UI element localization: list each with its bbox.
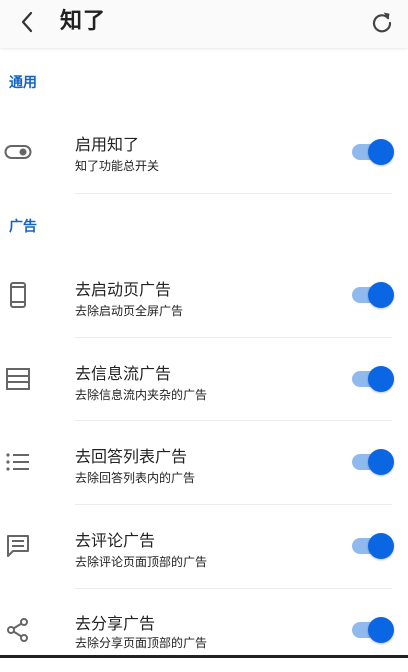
share-icon (4, 616, 32, 644)
setting-label: 去回答列表广告 (75, 443, 187, 467)
setting-label: 去分享广告 (75, 610, 155, 634)
comment-ad-toggle[interactable] (352, 532, 392, 560)
setting-sublabel: 知了功能总开关 (75, 157, 159, 174)
toggle-thumb (368, 366, 394, 392)
enable-toggle[interactable] (352, 138, 392, 166)
feed-icon (4, 365, 32, 393)
phone-icon (4, 281, 32, 309)
divider (75, 193, 392, 194)
setting-row-feed-ad[interactable]: 去信息流广告 去除信息流内夹杂的广告 (0, 337, 408, 421)
setting-row-launch-ad[interactable]: 去启动页广告 去除启动页全屏广告 (0, 253, 408, 337)
chevron-left-icon (18, 10, 38, 34)
page-title: 知了 (60, 3, 106, 35)
setting-label: 启用知了 (75, 131, 139, 155)
back-button[interactable] (8, 4, 48, 40)
setting-sublabel: 去除分享页面顶部的广告 (75, 634, 207, 651)
refresh-icon (370, 10, 394, 34)
share-ad-toggle[interactable] (352, 616, 392, 644)
answer-ad-toggle[interactable] (352, 448, 392, 476)
setting-row-answer-ad[interactable]: 去回答列表广告 去除回答列表内的广告 (0, 420, 408, 504)
toggle-thumb (368, 617, 394, 643)
toggle-thumb (368, 139, 394, 165)
setting-sublabel: 去除信息流内夹杂的广告 (75, 386, 207, 403)
list-icon (4, 448, 32, 476)
toggle-icon (4, 138, 32, 166)
feed-ad-toggle[interactable] (352, 365, 392, 393)
setting-sublabel: 去除回答列表内的广告 (75, 469, 195, 486)
toggle-thumb (368, 282, 394, 308)
setting-sublabel: 去除评论页面顶部的广告 (75, 553, 207, 570)
setting-row-enable[interactable]: 启用知了 知了功能总开关 (0, 110, 408, 194)
setting-label: 去信息流广告 (75, 360, 171, 384)
section-header-ads: 广告 (9, 216, 37, 236)
toggle-thumb (368, 533, 394, 559)
comment-icon (4, 532, 32, 560)
setting-label: 去启动页广告 (75, 276, 171, 300)
setting-row-share-ad[interactable]: 去分享广告 去除分享页面顶部的广告 (0, 588, 408, 672)
launch-ad-toggle[interactable] (352, 281, 392, 309)
setting-sublabel: 去除启动页全屏广告 (75, 302, 183, 319)
refresh-button[interactable] (362, 4, 402, 40)
setting-row-comment-ad[interactable]: 去评论广告 去除评论页面顶部的广告 (0, 504, 408, 588)
section-header-general: 通用 (9, 72, 37, 92)
app-bar: 知了 (0, 0, 408, 48)
toggle-thumb (368, 449, 394, 475)
setting-label: 去评论广告 (75, 527, 155, 551)
